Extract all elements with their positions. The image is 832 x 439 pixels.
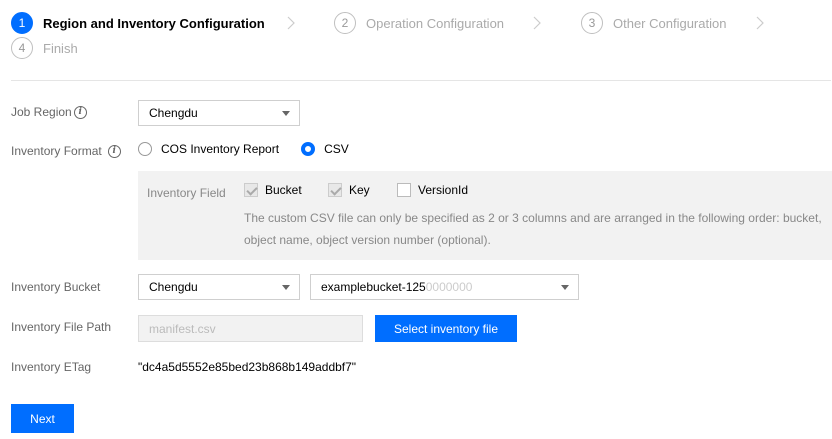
info-icon[interactable]: i — [107, 144, 121, 158]
job-region-label-text: Job Region — [11, 105, 72, 119]
info-icon[interactable]: i — [73, 105, 87, 119]
step-1-number: 1 — [11, 12, 33, 34]
checkbox-checked-icon — [328, 183, 342, 197]
inventory-field-panel: Inventory Field Bucket Key VersionId The… — [138, 171, 832, 260]
caret-down-icon — [282, 111, 290, 116]
bucket-region-select[interactable]: Chengdu — [138, 274, 300, 300]
step-2-number: 2 — [334, 12, 356, 34]
job-region-label: Job Region i — [11, 105, 87, 119]
inventory-etag-label-text: Inventory ETag — [11, 360, 92, 374]
inventory-file-path-input[interactable]: manifest.csv — [138, 315, 363, 342]
step-1: 1 Region and Inventory Configuration — [11, 11, 265, 35]
select-inventory-file-button[interactable]: Select inventory file — [375, 315, 517, 342]
chevron-right-icon — [529, 15, 545, 31]
bucket-name-masked: 0000000 — [425, 280, 473, 294]
next-button[interactable]: Next — [11, 404, 74, 433]
chevron-right-icon — [283, 15, 299, 31]
step-4: 4 Finish — [11, 36, 78, 60]
step-4-number: 4 — [11, 37, 33, 59]
inventory-file-path-label: Inventory File Path — [11, 320, 111, 334]
checkbox-checked-icon — [244, 183, 258, 197]
step-3-label: Other Configuration — [613, 15, 727, 31]
inventory-file-path-placeholder: manifest.csv — [149, 321, 216, 336]
radio-label: CSV — [324, 142, 349, 156]
radio-checked-icon — [301, 142, 316, 156]
inventory-bucket-label: Inventory Bucket — [11, 280, 100, 294]
inventory-bucket-label-text: Inventory Bucket — [11, 280, 101, 294]
stepper: 1 Region and Inventory Configuration 2 O… — [11, 11, 831, 59]
checkbox-label: Bucket — [265, 183, 302, 197]
bucket-region-value: Chengdu — [149, 280, 198, 294]
step-2: 2 Operation Configuration — [334, 11, 504, 35]
job-region-select[interactable]: Chengdu — [138, 100, 300, 126]
inventory-format-label-text: Inventory Format — [11, 144, 102, 158]
divider — [11, 80, 831, 81]
inventory-format-label: Inventory Format i — [11, 144, 121, 158]
step-4-label: Finish — [43, 40, 78, 56]
inventory-file-path-label-text: Inventory File Path — [11, 320, 112, 334]
radio-cos-inventory-report[interactable]: COS Inventory Report — [138, 142, 279, 156]
inventory-format-radio-group: COS Inventory Report CSV — [138, 142, 371, 156]
caret-down-icon — [561, 285, 569, 290]
chevron-right-icon — [752, 15, 768, 31]
radio-label: COS Inventory Report — [161, 142, 280, 156]
inventory-etag-label: Inventory ETag — [11, 360, 91, 374]
step-3-number: 3 — [581, 12, 603, 34]
caret-down-icon — [282, 285, 290, 290]
inventory-etag-value: "dc4a5d5552e85bed23b868b149addbf7" — [138, 360, 357, 374]
bucket-name-select[interactable]: examplebucket-125 0000000 — [310, 274, 579, 300]
step-1-label: Region and Inventory Configuration — [43, 15, 265, 31]
bucket-name-value: examplebucket-125 — [321, 280, 426, 294]
step-2-label: Operation Configuration — [366, 15, 505, 31]
radio-csv[interactable]: CSV — [301, 142, 349, 156]
radio-icon — [138, 142, 152, 156]
checkbox-versionid[interactable]: VersionId — [397, 183, 468, 197]
csv-format-note: The custom CSV file can only be specifie… — [244, 211, 822, 247]
checkbox-label: VersionId — [418, 183, 469, 197]
inventory-field-label: Inventory Field — [147, 186, 226, 200]
checkbox-label: Key — [349, 183, 370, 197]
checkbox-key[interactable]: Key — [328, 183, 370, 197]
checkbox-icon — [397, 183, 411, 197]
checkbox-bucket[interactable]: Bucket — [244, 183, 302, 197]
job-region-value: Chengdu — [149, 106, 198, 120]
step-3: 3 Other Configuration — [581, 11, 726, 35]
